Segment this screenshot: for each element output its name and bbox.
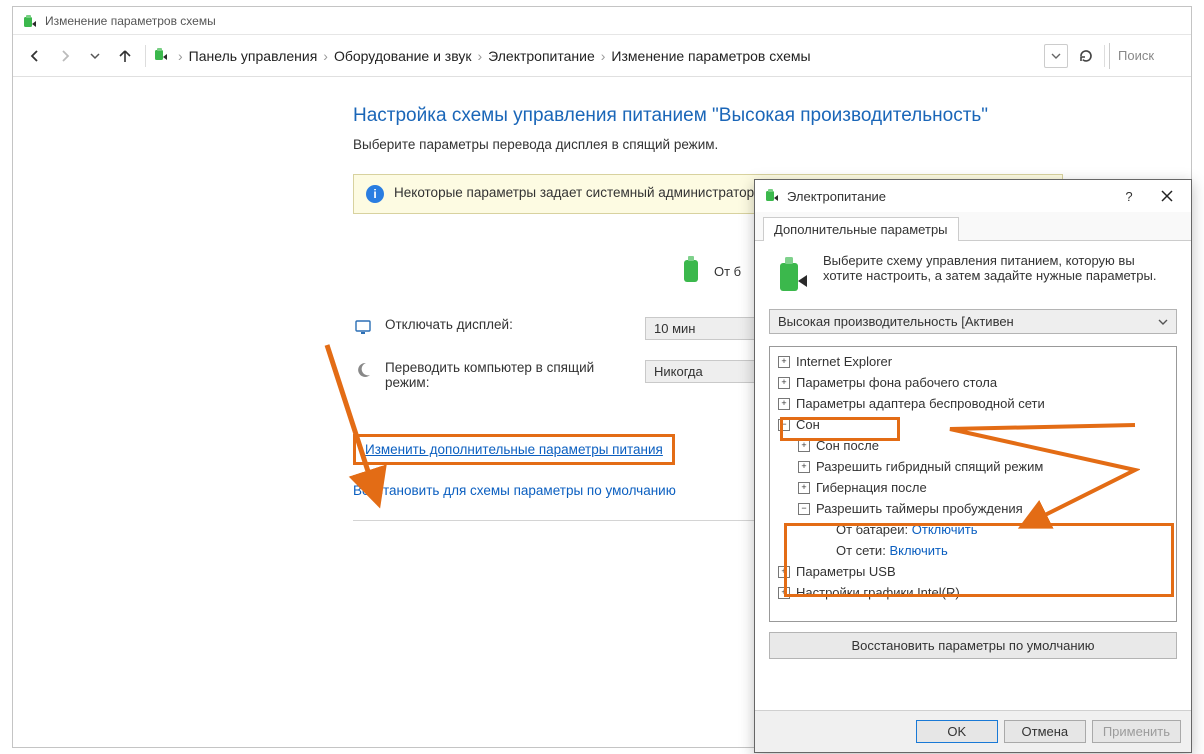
sleep-label: Переводить компьютер в спящий режим:: [385, 360, 633, 390]
breadcrumb-item[interactable]: Оборудование и звук: [334, 48, 472, 64]
apply-button[interactable]: Применить: [1092, 720, 1181, 743]
breadcrumb-item[interactable]: Панель управления: [189, 48, 318, 64]
address-history-dropdown[interactable]: [1044, 44, 1068, 68]
power-plan-selected: Высокая производительность [Активен: [778, 314, 1014, 329]
dialog-title: Электропитание: [787, 189, 1107, 204]
settings-tree-container: +Internet Explorer +Параметры фона рабоч…: [769, 346, 1177, 622]
nav-forward-button[interactable]: [51, 42, 79, 70]
highlight-box-advanced: Изменить дополнительные параметры питани…: [353, 434, 675, 465]
moon-icon: [353, 360, 373, 380]
tree-item-wake-battery[interactable]: От батареи: Отключить: [774, 519, 1172, 540]
ok-button[interactable]: OK: [916, 720, 998, 743]
tree-item-wlan[interactable]: +Параметры адаптера беспроводной сети: [774, 393, 1172, 414]
settings-tree-scroll[interactable]: +Internet Explorer +Параметры фона рабоч…: [770, 347, 1176, 621]
toolbar: › Панель управления › Оборудование и зву…: [13, 35, 1191, 77]
dialog-tabstrip: Дополнительные параметры: [755, 212, 1191, 241]
change-advanced-link[interactable]: Изменить дополнительные параметры питани…: [365, 442, 663, 457]
tree-item-hibernate-after[interactable]: +Гибернация после: [774, 477, 1172, 498]
tree-item-usb[interactable]: +Параметры USB: [774, 561, 1172, 582]
tree-item-wake-ac[interactable]: От сети: Включить: [774, 540, 1172, 561]
display-off-select[interactable]: 10 мин: [645, 317, 755, 340]
chevron-down-icon: [1158, 317, 1168, 327]
dialog-body: Выберите схему управления питанием, кото…: [755, 241, 1191, 671]
wake-battery-value[interactable]: Отключить: [912, 519, 978, 540]
breadcrumb-item[interactable]: Изменение параметров схемы: [611, 48, 810, 64]
display-icon: [353, 317, 373, 337]
page-subtitle: Выберите параметры перевода дисплея в сп…: [353, 137, 1151, 152]
page-title: Настройка схемы управления питанием "Выс…: [353, 105, 1151, 127]
breadcrumb-item[interactable]: Электропитание: [488, 48, 595, 64]
nav-recent-dropdown[interactable]: [81, 42, 109, 70]
nav-up-button[interactable]: [111, 42, 139, 70]
dialog-titlebar: Электропитание ?: [755, 180, 1191, 212]
tree-item-intel[interactable]: +Настройки графики Intel(R): [774, 582, 1172, 603]
tree-item-ie[interactable]: +Internet Explorer: [774, 351, 1172, 372]
tab-advanced[interactable]: Дополнительные параметры: [763, 217, 959, 241]
wake-ac-value[interactable]: Включить: [889, 540, 947, 561]
breadcrumb[interactable]: › Панель управления › Оборудование и зву…: [172, 48, 1042, 64]
restore-defaults-button[interactable]: Восстановить параметры по умолчанию: [769, 632, 1177, 659]
dialog-intro: Выберите схему управления питанием, кото…: [823, 253, 1177, 283]
search-input[interactable]: Поиск: [1109, 43, 1179, 69]
cancel-button[interactable]: Отмена: [1004, 720, 1086, 743]
tree-item-sleep[interactable]: −Сон: [774, 414, 1172, 435]
nav-back-button[interactable]: [21, 42, 49, 70]
search-placeholder: Поиск: [1118, 48, 1154, 63]
close-button[interactable]: [1151, 184, 1183, 208]
refresh-button[interactable]: [1072, 44, 1100, 68]
sleep-select[interactable]: Никогда: [645, 360, 755, 383]
battery-plug-icon: [763, 186, 781, 207]
restore-defaults-link[interactable]: Восстановить для схемы параметры по умол…: [353, 483, 676, 498]
info-text: Некоторые параметры задает системный адм…: [394, 185, 758, 200]
on-battery-label: От б: [714, 264, 741, 279]
power-options-dialog: Электропитание ? Дополнительные параметр…: [754, 179, 1192, 753]
dialog-footer: OK Отмена Применить: [755, 710, 1191, 752]
power-plan-select[interactable]: Высокая производительность [Активен: [769, 309, 1177, 334]
battery-plug-icon: [21, 12, 39, 30]
battery-plug-icon: [152, 45, 170, 66]
tree-item-hybrid-sleep[interactable]: +Разрешить гибридный спящий режим: [774, 456, 1172, 477]
display-off-label: Отключать дисплей:: [385, 317, 633, 332]
tree-item-sleep-after[interactable]: +Сон после: [774, 435, 1172, 456]
battery-plug-icon: [769, 253, 813, 297]
battery-icon: [678, 254, 704, 289]
info-icon: i: [366, 185, 384, 203]
window-title: Изменение параметров схемы: [45, 14, 216, 28]
tree-item-wake-timers[interactable]: −Разрешить таймеры пробуждения: [774, 498, 1172, 519]
help-button[interactable]: ?: [1113, 184, 1145, 208]
window-titlebar: Изменение параметров схемы: [13, 7, 1191, 35]
tree-item-desktop-bg[interactable]: +Параметры фона рабочего стола: [774, 372, 1172, 393]
